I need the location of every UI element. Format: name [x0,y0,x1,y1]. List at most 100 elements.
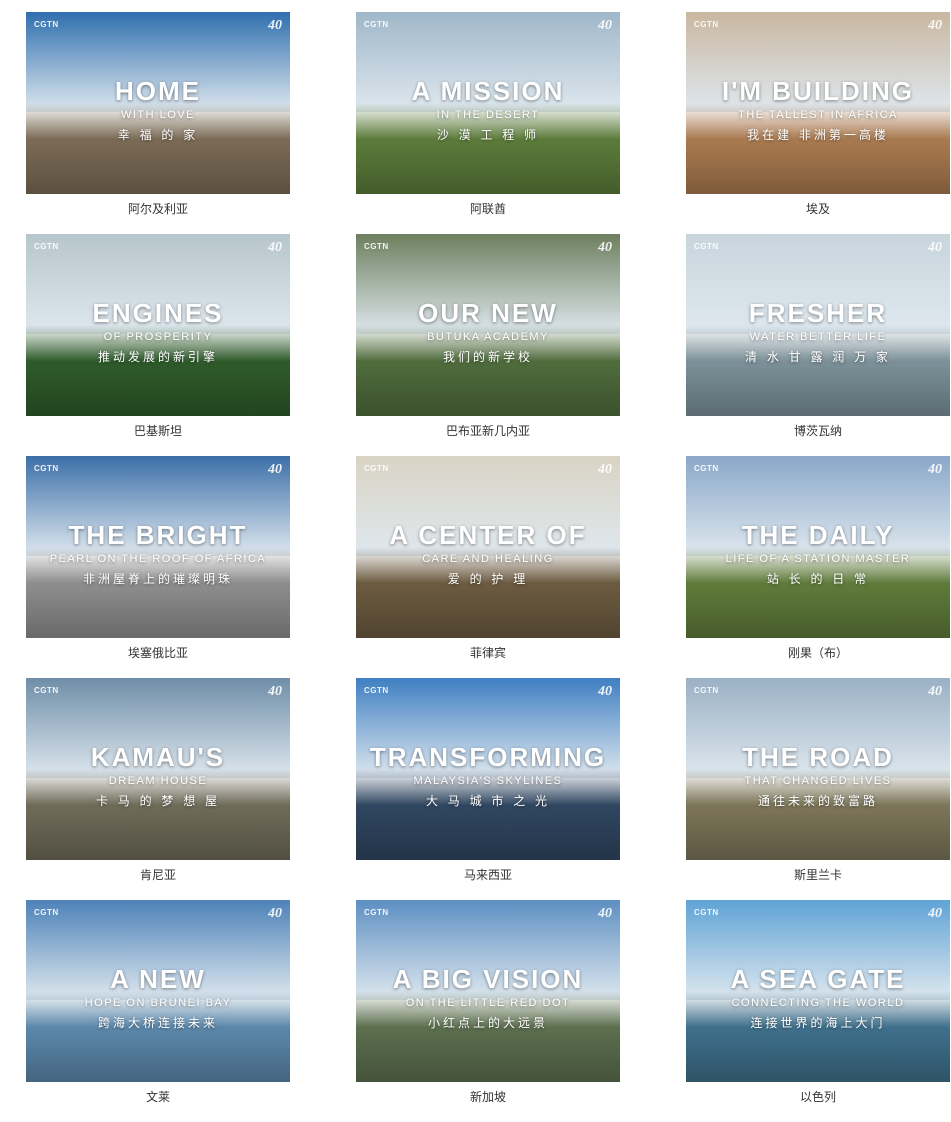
thumbnail-chinese-title: 非洲屋脊上的璀璨明珠 [82,572,233,586]
video-thumbnail[interactable]: CGTN 40 THE ROAD THAT CHANGED LIVES 通往未来… [686,678,950,860]
country-card[interactable]: CGTN 40 THE DAILY LIFE OF A STATION MAST… [686,456,950,678]
thumbnail-chinese-title: 沙 漠 工 程 师 [436,128,540,142]
anniversary-badge-icon: 40 [268,240,282,255]
video-thumbnail[interactable]: CGTN 40 I'M BUILDING THE TALLEST IN AFRI… [686,12,950,194]
video-thumbnail[interactable]: CGTN 40 KAMAU'S DREAM HOUSE 卡 马 的 梦 想 屋 [26,678,290,860]
thumbnail-title: OUR NEW [418,298,558,328]
thumbnail-shade [26,809,290,860]
country-card[interactable]: CGTN 40 THE ROAD THAT CHANGED LIVES 通往未来… [686,678,950,900]
thumbnail-subtitle: WATER BETTER LIFE [749,331,887,343]
video-thumbnail[interactable]: CGTN 40 FRESHER WATER BETTER LIFE 清 水 甘 … [686,234,950,416]
thumbnail-shade [26,143,290,194]
country-caption[interactable]: 埃塞俄比亚 [26,638,290,678]
country-caption[interactable]: 新加坡 [356,1082,620,1122]
cgtn-logo: CGTN [364,464,389,473]
thumbnail-title: A MISSION [411,76,565,106]
thumbnail-shade [686,1031,950,1082]
cgtn-logo: CGTN [694,908,719,917]
cgtn-logo: CGTN [364,20,389,29]
country-caption[interactable]: 肯尼亚 [26,860,290,900]
country-caption[interactable]: 巴基斯坦 [26,416,290,456]
thumbnail-title: A NEW [110,964,206,994]
thumbnail-title: A CENTER OF [389,520,587,550]
thumbnail-subtitle: PEARL ON THE ROOF OF AFRICA [49,553,267,565]
thumbnail-subtitle: ON THE LITTLE RED DOT [405,997,571,1009]
thumbnail-subtitle: CARE AND HEALING [422,553,554,565]
video-thumbnail[interactable]: CGTN 40 A CENTER OF CARE AND HEALING 爱 的… [356,456,620,638]
country-caption[interactable]: 阿尔及利亚 [26,194,290,234]
cgtn-logo: CGTN [364,686,389,695]
anniversary-badge-icon: 40 [268,18,282,33]
country-card[interactable]: CGTN 40 FRESHER WATER BETTER LIFE 清 水 甘 … [686,234,950,456]
country-card[interactable]: CGTN 40 OUR NEW BUTUKA ACADEMY 我们的新学校 巴布… [356,234,620,456]
country-caption[interactable]: 马来西亚 [356,860,620,900]
thumbnail-chinese-title: 通往未来的致富路 [757,794,878,808]
video-thumbnail[interactable]: CGTN 40 A BIG VISION ON THE LITTLE RED D… [356,900,620,1082]
thumbnail-shade [356,143,620,194]
cgtn-logo: CGTN [34,686,59,695]
country-caption[interactable]: 文莱 [26,1082,290,1122]
anniversary-badge-icon: 40 [598,240,612,255]
anniversary-badge-icon: 40 [928,906,942,921]
country-caption[interactable]: 巴布亚新几内亚 [356,416,620,456]
thumbnail-chinese-title: 我们的新学校 [442,350,533,364]
country-caption[interactable]: 刚果（布） [686,638,950,678]
video-thumbnail[interactable]: CGTN 40 A MISSION IN THE DESERT 沙 漠 工 程 … [356,12,620,194]
thumbnail-shade [356,365,620,416]
thumbnail-title: A BIG VISION [392,964,584,994]
thumbnail-chinese-title: 大 马 城 市 之 光 [425,794,551,808]
country-caption[interactable]: 博茨瓦纳 [686,416,950,456]
thumbnail-subtitle: THAT CHANGED LIVES [744,775,892,787]
video-thumbnail[interactable]: CGTN 40 OUR NEW BUTUKA ACADEMY 我们的新学校 [356,234,620,416]
anniversary-badge-icon: 40 [928,240,942,255]
country-card[interactable]: CGTN 40 A NEW HOPE ON BRUNEI BAY 跨海大桥连接未… [26,900,290,1122]
anniversary-badge-icon: 40 [928,18,942,33]
thumbnail-shade [26,365,290,416]
video-thumbnail[interactable]: CGTN 40 A SEA GATE CONNECTING THE WORLD … [686,900,950,1082]
video-thumbnail[interactable]: CGTN 40 THE DAILY LIFE OF A STATION MAST… [686,456,950,638]
country-caption[interactable]: 阿联酋 [356,194,620,234]
country-card[interactable]: CGTN 40 ENGINES OF PROSPERITY 推动发展的新引擎 巴… [26,234,290,456]
country-card[interactable]: CGTN 40 A SEA GATE CONNECTING THE WORLD … [686,900,950,1122]
country-card[interactable]: CGTN 40 A MISSION IN THE DESERT 沙 漠 工 程 … [356,12,620,234]
cgtn-logo: CGTN [34,20,59,29]
video-thumbnail[interactable]: CGTN 40 HOME WITH LOVE 幸 福 的 家 [26,12,290,194]
anniversary-badge-icon: 40 [928,684,942,699]
video-thumbnail[interactable]: CGTN 40 TRANSFORMING MALAYSIA'S SKYLINES… [356,678,620,860]
cgtn-logo: CGTN [694,464,719,473]
thumbnail-chinese-title: 站 长 的 日 常 [766,572,870,586]
cgtn-logo: CGTN [34,242,59,251]
country-card[interactable]: CGTN 40 A CENTER OF CARE AND HEALING 爱 的… [356,456,620,678]
thumbnail-chinese-title: 连接世界的海上大门 [750,1016,886,1030]
cgtn-logo: CGTN [694,20,719,29]
thumbnail-chinese-title: 推动发展的新引擎 [97,350,218,364]
country-card[interactable]: CGTN 40 TRANSFORMING MALAYSIA'S SKYLINES… [356,678,620,900]
country-card[interactable]: CGTN 40 I'M BUILDING THE TALLEST IN AFRI… [686,12,950,234]
thumbnail-shade [26,587,290,638]
video-thumbnail[interactable]: CGTN 40 ENGINES OF PROSPERITY 推动发展的新引擎 [26,234,290,416]
country-caption[interactable]: 斯里兰卡 [686,860,950,900]
thumbnail-subtitle: OF PROSPERITY [103,331,213,343]
country-caption[interactable]: 埃及 [686,194,950,234]
thumbnail-title: KAMAU'S [90,742,226,772]
thumbnail-shade [26,1031,290,1082]
cgtn-logo: CGTN [34,464,59,473]
thumbnail-subtitle: THE TALLEST IN AFRICA [738,109,898,121]
cgtn-logo: CGTN [694,242,719,251]
video-thumbnail[interactable]: CGTN 40 A NEW HOPE ON BRUNEI BAY 跨海大桥连接未… [26,900,290,1082]
anniversary-badge-icon: 40 [598,18,612,33]
country-caption[interactable]: 菲律宾 [356,638,620,678]
thumbnail-subtitle: LIFE OF A STATION MASTER [725,553,911,565]
anniversary-badge-icon: 40 [268,684,282,699]
thumbnail-title: THE ROAD [742,742,894,772]
thumbnail-chinese-title: 卡 马 的 梦 想 屋 [95,794,221,808]
video-thumbnail[interactable]: CGTN 40 THE BRIGHT PEARL ON THE ROOF OF … [26,456,290,638]
country-caption[interactable]: 以色列 [686,1082,950,1122]
thumbnail-chinese-title: 小红点上的大远景 [427,1016,548,1030]
country-card[interactable]: CGTN 40 KAMAU'S DREAM HOUSE 卡 马 的 梦 想 屋 … [26,678,290,900]
thumbnail-title: THE BRIGHT [68,520,248,550]
anniversary-badge-icon: 40 [928,462,942,477]
country-card[interactable]: CGTN 40 THE BRIGHT PEARL ON THE ROOF OF … [26,456,290,678]
country-card[interactable]: CGTN 40 A BIG VISION ON THE LITTLE RED D… [356,900,620,1122]
country-card[interactable]: CGTN 40 HOME WITH LOVE 幸 福 的 家 阿尔及利亚 [26,12,290,234]
